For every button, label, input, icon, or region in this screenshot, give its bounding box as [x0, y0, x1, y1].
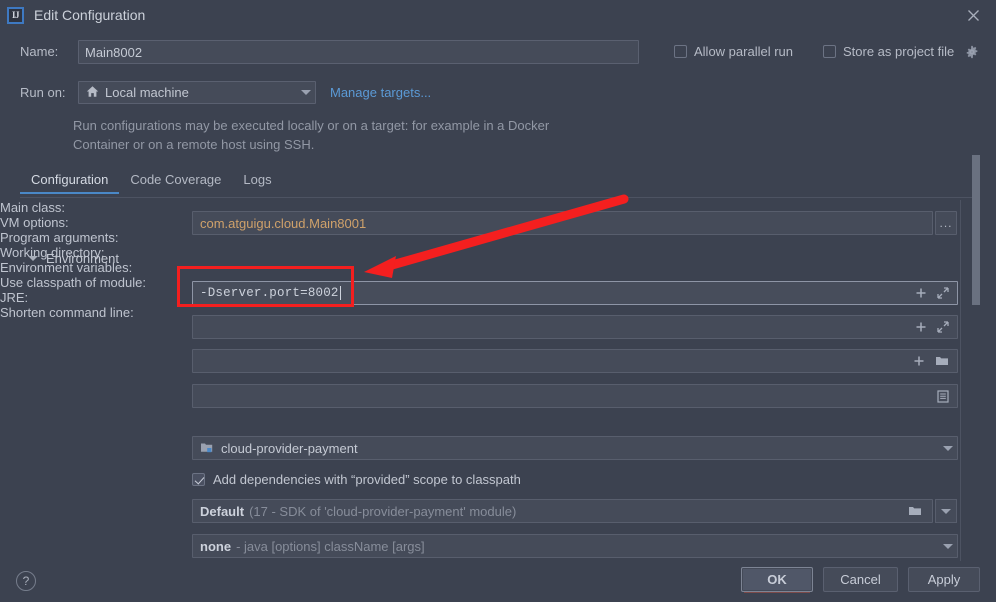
name-input[interactable]: Main8002 — [78, 40, 639, 64]
shorten-command-line-detail: - java [options] className [args] — [236, 538, 425, 554]
panel-border — [960, 200, 961, 562]
chevron-down-icon — [943, 445, 953, 451]
chevron-down-icon — [28, 256, 38, 261]
allow-parallel-run-label: Allow parallel run — [694, 44, 793, 59]
home-icon — [86, 85, 99, 101]
allow-parallel-run-checkbox[interactable]: Allow parallel run — [674, 44, 793, 59]
run-on-label: Run on: — [20, 85, 66, 100]
environment-section-title: Environment — [46, 251, 119, 266]
jre-detail: (17 - SDK of 'cloud-provider-payment' mo… — [249, 503, 517, 519]
cancel-button[interactable]: Cancel — [823, 567, 898, 592]
jre-value: Default — [200, 503, 245, 519]
module-icon — [200, 442, 214, 454]
main-class-browse-button[interactable]: ... — [935, 211, 957, 235]
manage-targets-link[interactable]: Manage targets... — [330, 85, 431, 100]
shorten-command-line-value: none — [200, 538, 232, 554]
name-label: Name: — [20, 44, 59, 59]
store-as-project-file-checkbox[interactable]: Store as project file — [823, 44, 979, 59]
configuration-form: Main class: com.atguigu.cloud.Main8001 E… — [0, 200, 996, 560]
shorten-command-line-dropdown[interactable]: none - java [options] className [args] — [192, 534, 958, 558]
add-dependencies-label: Add dependencies with “provided” scope t… — [213, 472, 521, 487]
environment-section-header[interactable]: Environment — [28, 251, 119, 266]
name-input-value: Main8002 — [85, 44, 143, 60]
add-dependencies-checkbox[interactable]: Add dependencies with “provided” scope t… — [192, 472, 521, 487]
chevron-down-icon — [301, 90, 311, 95]
document-icon[interactable] — [937, 389, 949, 403]
scrollbar-thumb[interactable] — [972, 155, 980, 305]
main-class-value: com.atguigu.cloud.Main8001 — [200, 215, 367, 231]
tab-logs[interactable]: Logs — [232, 172, 282, 194]
apply-button[interactable]: Apply — [908, 567, 980, 592]
environment-variables-input[interactable] — [192, 384, 958, 408]
close-icon[interactable] — [950, 0, 996, 30]
ok-button[interactable]: OK — [741, 567, 813, 593]
checkbox-box — [192, 473, 205, 486]
use-classpath-of-module-dropdown[interactable]: cloud-provider-payment — [192, 436, 958, 460]
intellij-idea-icon: IJ — [7, 6, 24, 24]
vm-options-value: -Dserver.port=8002 — [200, 286, 339, 300]
environment-variables-label: Environment variables: — [0, 260, 133, 275]
expand-icon[interactable] — [937, 321, 949, 333]
window-title: Edit Configuration — [34, 7, 146, 23]
run-on-value: Local machine — [105, 85, 189, 100]
plus-icon[interactable] — [913, 355, 925, 367]
title-bar: IJ Edit Configuration — [0, 0, 996, 30]
plus-icon[interactable] — [915, 321, 927, 333]
program-arguments-input[interactable] — [192, 315, 958, 339]
jre-dropdown[interactable]: Default (17 - SDK of 'cloud-provider-pay… — [192, 499, 933, 523]
use-classpath-of-module-value: cloud-provider-payment — [221, 440, 358, 456]
store-as-project-file-label: Store as project file — [843, 44, 955, 59]
checkbox-box — [674, 45, 687, 58]
tab-configuration[interactable]: Configuration — [20, 172, 120, 194]
expand-icon[interactable] — [937, 287, 949, 299]
checkbox-box — [823, 45, 836, 58]
chevron-down-icon — [941, 508, 951, 514]
jre-dropdown-button[interactable] — [935, 499, 957, 523]
gear-icon[interactable] — [965, 45, 979, 59]
chevron-down-icon — [943, 543, 953, 549]
folder-icon[interactable] — [908, 505, 928, 517]
run-on-dropdown[interactable]: Local machine — [78, 81, 316, 104]
edit-configuration-dialog: IJ Edit Configuration Name: Main8002 All… — [0, 0, 996, 602]
working-directory-input[interactable] — [192, 349, 958, 373]
run-on-hint: Run configurations may be executed local… — [73, 118, 550, 152]
vm-options-input[interactable]: -Dserver.port=8002 — [192, 281, 958, 305]
tab-bar: Configuration Code Coverage Logs — [20, 172, 976, 198]
tab-divider — [20, 197, 976, 198]
working-directory-label: Working directory: — [0, 245, 105, 260]
folder-icon[interactable] — [935, 355, 949, 367]
plus-icon[interactable] — [915, 287, 927, 299]
tab-code-coverage[interactable]: Code Coverage — [119, 172, 232, 194]
text-caret — [339, 286, 341, 300]
help-button[interactable]: ? — [16, 571, 36, 591]
main-class-input[interactable]: com.atguigu.cloud.Main8001 — [192, 211, 933, 235]
